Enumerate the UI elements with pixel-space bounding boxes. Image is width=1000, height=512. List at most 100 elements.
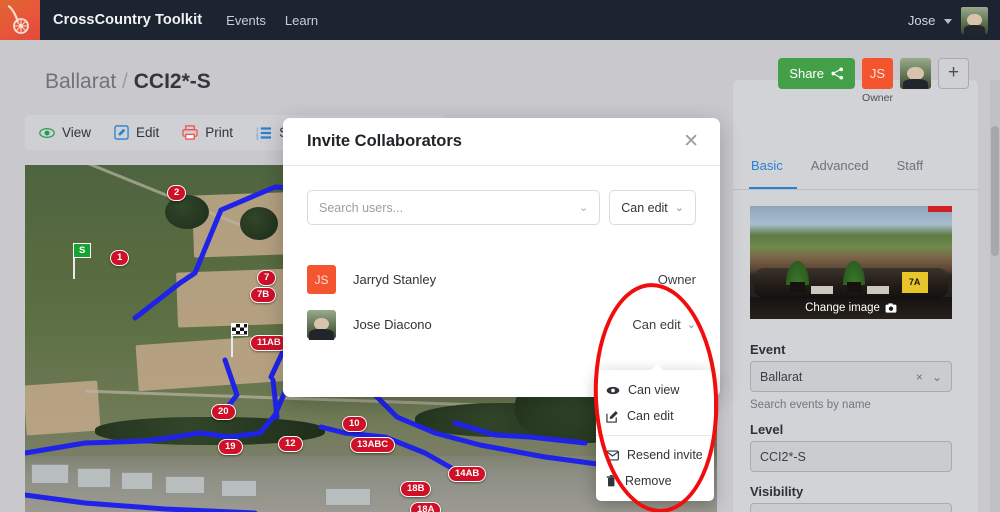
menu-item-resend-invite[interactable]: Resend invite — [596, 442, 714, 468]
change-image-button[interactable]: Change image — [750, 297, 952, 319]
invite-search-row: Search users... ⌄ Can edit ⌄ — [283, 166, 720, 225]
map-marker[interactable]: 20 — [211, 404, 236, 420]
nav-link-events[interactable]: Events — [226, 13, 266, 28]
trash-icon — [606, 475, 617, 487]
field-label-level: Level — [750, 422, 783, 437]
share-button[interactable]: Share — [778, 58, 855, 89]
preview-block — [811, 286, 833, 294]
field-label-event: Event — [750, 342, 785, 357]
event-select-controls: × ⌄ — [916, 370, 942, 384]
visibility-field[interactable]: Public — [750, 503, 952, 512]
collaborator-photo-avatar — [307, 310, 336, 339]
invite-permission-select[interactable]: Can edit ⌄ — [609, 190, 696, 225]
map-marker[interactable]: 19 — [218, 439, 243, 455]
collaborator-role: Owner — [658, 272, 696, 287]
preview-marker-tag — [928, 206, 952, 212]
chevron-down-icon[interactable]: ⌄ — [932, 370, 942, 384]
event-select-value: Ballarat — [760, 370, 802, 384]
map-marker[interactable]: 1 — [110, 250, 129, 266]
nav-links: Events Learn — [226, 13, 318, 28]
menu-label-remove: Remove — [625, 474, 672, 488]
tab-staff[interactable]: Staff — [895, 158, 938, 189]
nav-link-learn[interactable]: Learn — [285, 13, 318, 28]
chevron-down-icon: ⌄ — [675, 201, 684, 214]
map-marker-start[interactable]: S — [73, 243, 91, 258]
map-marker[interactable]: 12 — [278, 436, 303, 452]
tab-advanced[interactable]: Advanced — [809, 158, 883, 189]
toolbar-label-edit: Edit — [136, 125, 159, 140]
map-marker[interactable]: 7 — [257, 270, 276, 286]
user-menu-button[interactable]: Jose — [908, 13, 952, 28]
course-image-preview[interactable]: 7A Change image — [750, 206, 952, 319]
chevron-down-icon: ⌄ — [579, 201, 588, 214]
eye-icon — [606, 386, 620, 395]
close-icon[interactable]: ✕ — [680, 130, 702, 153]
tab-basic[interactable]: Basic — [749, 158, 797, 189]
permission-dropdown-menu: Can view Can edit Resend invite — [596, 370, 714, 501]
breadcrumb-separator: / — [122, 70, 128, 93]
preview-pot — [790, 282, 804, 292]
app-root: CrossCountry Toolkit Events Learn Jose B… — [0, 0, 1000, 512]
toolbar-button-print[interactable]: Print — [182, 125, 233, 140]
top-navbar: CrossCountry Toolkit Events Learn Jose — [0, 0, 1000, 40]
toolbar-button-view[interactable]: View — [39, 125, 91, 140]
preview-block — [867, 286, 889, 294]
dialog-header: Invite Collaborators ✕ — [283, 118, 720, 166]
panel-tabs: Basic Advanced Staff — [733, 158, 978, 190]
change-image-label: Change image — [805, 302, 880, 314]
collaborator-role-dropdown[interactable]: Can edit ⌄ — [632, 317, 696, 332]
map-marker[interactable]: 14AB — [448, 466, 486, 482]
nav-right-group: Jose — [908, 7, 988, 34]
collaborator-initials-avatar: JS — [307, 265, 336, 294]
owner-avatar-group: JS Owner — [862, 58, 893, 104]
pencil-square-icon — [114, 125, 129, 140]
dialog-title: Invite Collaborators — [307, 132, 462, 151]
search-users-input[interactable]: Search users... ⌄ — [307, 190, 600, 225]
ordered-list-icon: 1 2 3 — [256, 126, 272, 140]
add-collaborator-button[interactable]: + — [938, 58, 969, 89]
chevron-down-icon — [944, 19, 952, 24]
map-marker[interactable]: 18B — [400, 481, 431, 497]
collaborator-role-label: Can edit — [632, 317, 680, 332]
map-marker[interactable]: 7B — [250, 287, 276, 303]
page-scrollbar-thumb[interactable] — [991, 126, 999, 256]
page-content: Ballarat / CCI2*-S View Edit — [0, 40, 1000, 512]
svg-text:3: 3 — [256, 135, 259, 139]
preview-fence-number: 7A — [902, 272, 928, 293]
menu-divider — [596, 435, 714, 436]
map-marker[interactable]: 10 — [342, 416, 367, 432]
panel-action-bar: Share JS Owner + — [733, 40, 978, 98]
right-side-panel: Basic Advanced Staff 7A Change image — [733, 80, 978, 512]
camera-icon — [885, 303, 897, 313]
menu-item-remove[interactable]: Remove — [596, 468, 714, 494]
share-button-label: Share — [789, 66, 824, 81]
owner-avatar[interactable]: JS — [862, 58, 893, 89]
brand-title: CrossCountry Toolkit — [53, 12, 202, 28]
collaborator-avatar[interactable] — [900, 58, 931, 89]
breadcrumb-event[interactable]: Ballarat — [45, 70, 116, 93]
checkered-flag-icon[interactable] — [231, 323, 248, 336]
collaborator-row: JS Jarryd Stanley Owner — [307, 257, 696, 302]
menu-item-can-view[interactable]: Can view — [596, 377, 714, 403]
avatar[interactable] — [961, 7, 988, 34]
map-marker[interactable]: 18A — [410, 502, 441, 512]
level-field-value: CCI2*-S — [760, 450, 806, 464]
map-marker[interactable]: 2 — [167, 185, 186, 201]
map-marker[interactable]: 13ABC — [350, 437, 395, 453]
owner-caption: Owner — [862, 92, 893, 104]
menu-item-can-edit[interactable]: Can edit — [596, 403, 714, 429]
cart-wheel-logo-icon[interactable] — [0, 0, 40, 40]
menu-label-resend-invite: Resend invite — [627, 448, 703, 462]
level-field[interactable]: CCI2*-S — [750, 441, 952, 472]
collaborator-list: JS Jarryd Stanley Owner Jose Diacono Can… — [283, 225, 720, 347]
event-field-hint: Search events by name — [750, 399, 871, 411]
toolbar-label-view: View — [62, 125, 91, 140]
clear-x-icon[interactable]: × — [916, 370, 923, 384]
page-scrollbar-track[interactable] — [990, 80, 1000, 512]
toolbar-button-edit[interactable]: Edit — [114, 125, 159, 140]
eye-icon — [39, 127, 55, 139]
field-label-visibility: Visibility — [750, 484, 803, 499]
event-select[interactable]: Ballarat × ⌄ — [750, 361, 952, 392]
user-menu-label: Jose — [908, 13, 935, 28]
menu-label-can-view: Can view — [628, 383, 679, 397]
